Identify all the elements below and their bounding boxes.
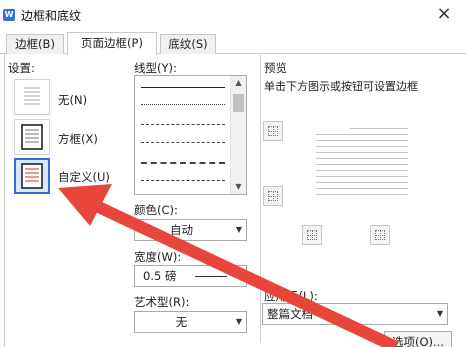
width-label: 宽度(W): [134,250,182,264]
scroll-up-icon[interactable]: ▲ [231,76,246,90]
top-border-button[interactable] [263,121,283,141]
line-style-dotted[interactable] [141,104,225,105]
line-style-dash[interactable] [141,142,225,143]
right-border-button[interactable] [370,225,390,245]
setting-none-button[interactable] [14,79,50,115]
preview-label: 预览 [264,61,287,75]
wps-writer-icon: W [3,9,15,21]
preview-text-line [316,152,408,153]
chevron-down-icon: ▼ [235,225,242,234]
preview-hint: 单击下方图示或按钮可设置边框 [264,80,418,93]
preview-text-line [316,146,408,147]
preview-text-line [316,194,408,195]
line-style-small-dash[interactable] [141,124,225,125]
line-style-dash-dot[interactable] [141,180,225,181]
chevron-down-icon: ▼ [235,317,242,326]
preview-text-line [316,134,408,135]
left-border-icon [307,230,317,240]
settings-label: 设置: [8,61,35,75]
custom-border-icon [21,163,43,189]
apply-to-label: 应用于(L): [264,289,318,303]
bottom-border-icon [268,191,278,201]
preview-text-line [316,140,408,141]
bottom-border-button[interactable] [263,186,283,206]
preview-text-line [316,170,408,171]
preview-text-line [316,164,408,165]
setting-box-button[interactable] [14,119,50,155]
chevron-down-icon: ▼ [235,271,242,280]
preview-text-line [316,182,408,183]
setting-custom-label[interactable]: 自定义(U) [58,169,110,185]
left-border-button[interactable] [302,225,322,245]
art-value: 无 [175,315,188,329]
preview-text-line [350,128,408,129]
right-border-icon [375,230,385,240]
top-border-icon [268,126,278,136]
scroll-thumb[interactable] [233,94,244,112]
preview-text-line [316,188,408,189]
no-border-icon [24,87,40,105]
options-button[interactable]: 选项(O)... [384,331,452,347]
apply-to-dropdown[interactable]: 整篇文档 ▼ [262,303,448,325]
line-style-solid[interactable] [141,87,225,88]
close-button[interactable]: × [432,3,456,25]
preview-text-line [316,158,408,159]
line-style-label: 线型(Y): [134,61,177,75]
line-style-scrollbar[interactable]: ▲ ▼ [230,76,246,194]
setting-custom-button[interactable] [14,158,50,194]
width-dropdown[interactable]: 0.5 磅 ▼ [134,265,247,287]
dialog-title: 边框和底纹 [21,9,82,23]
setting-box-label[interactable]: 方框(X) [58,131,98,147]
color-value: 自动 [170,223,193,237]
line-style-list[interactable]: ▲ ▼ [134,75,247,195]
box-border-icon [21,124,43,150]
preview-text-line [316,176,408,177]
setting-none-label[interactable]: 无(N) [58,92,87,108]
tab-page-border[interactable]: 页面边框(P) [67,32,157,55]
title-bar: W 边框和底纹 × [0,0,466,30]
width-line-sample [195,276,227,277]
apply-to-value: 整篇文档 [267,307,313,321]
line-style-long-dash[interactable] [141,162,225,164]
color-label: 颜色(C): [134,203,178,217]
tab-bar: 边框(B) 页面边框(P) 底纹(S) [0,30,466,55]
color-dropdown[interactable]: 自动 ▼ [134,219,247,241]
tab-borders[interactable]: 边框(B) [6,34,64,55]
chevron-down-icon: ▼ [436,309,443,318]
art-dropdown[interactable]: 无 ▼ [134,311,247,333]
art-label: 艺术型(R): [134,295,190,309]
preview-divider [260,55,261,343]
scroll-down-icon[interactable]: ▼ [231,180,246,194]
tab-shading[interactable]: 底纹(S) [160,34,216,55]
